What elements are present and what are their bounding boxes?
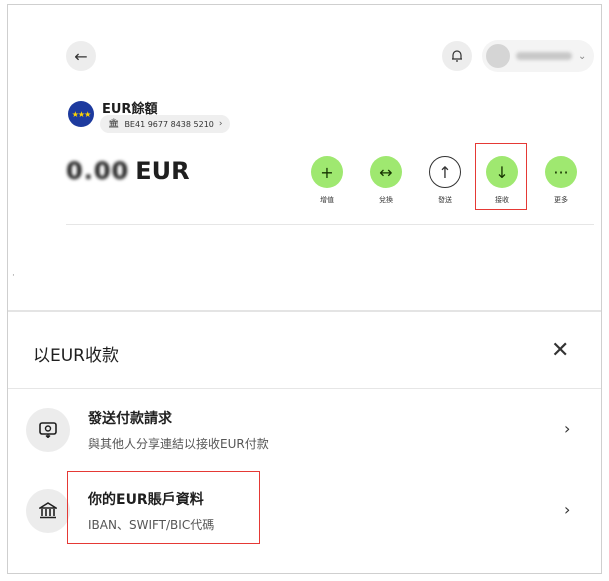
payment-request-option[interactable]: 發送付款請求 與其他人分享連結以接收EUR付款 › bbox=[8, 391, 601, 471]
plus-icon: + bbox=[311, 156, 343, 188]
convert-button[interactable]: ↔ 兌換 bbox=[361, 156, 411, 205]
account-panel: ← ⌄ ★★★ EUR餘額 🏛 BE41 9677 8438 5210 › 0.… bbox=[8, 5, 601, 310]
decorative-mark: · bbox=[12, 271, 15, 281]
close-icon[interactable]: ✕ bbox=[551, 340, 569, 362]
more-button[interactable]: ··· 更多 bbox=[536, 156, 586, 205]
action-label: 發送 bbox=[438, 196, 452, 204]
chevron-right-icon: › bbox=[218, 119, 223, 129]
receive-highlight-box bbox=[475, 143, 527, 210]
bank-icon bbox=[26, 489, 70, 533]
option-title: 發送付款請求 bbox=[88, 411, 172, 427]
notifications-button[interactable] bbox=[442, 41, 472, 71]
sheet-title: 以EUR收款 bbox=[33, 346, 119, 366]
option-subtitle: 與其他人分享連結以接收EUR付款 bbox=[88, 437, 269, 451]
arrow-left-icon: ← bbox=[74, 46, 88, 66]
amount-value: 0.00 bbox=[66, 157, 130, 185]
amount-currency: EUR bbox=[135, 157, 190, 185]
payment-request-icon bbox=[26, 408, 70, 452]
iban-number: BE41 9677 8438 5210 bbox=[124, 119, 214, 129]
more-icon: ··· bbox=[545, 156, 577, 188]
chevron-right-icon: › bbox=[564, 500, 571, 519]
app-window: ← ⌄ ★★★ EUR餘額 🏛 BE41 9677 8438 5210 › 0.… bbox=[7, 4, 602, 574]
bell-icon bbox=[452, 50, 462, 62]
swap-icon: ↔ bbox=[370, 156, 402, 188]
bank-icon: 🏛 bbox=[108, 119, 120, 129]
action-label: 兌換 bbox=[379, 196, 393, 204]
eu-flag-icon: ★★★ bbox=[68, 101, 94, 127]
profile-name-redacted bbox=[516, 52, 572, 60]
back-button[interactable]: ← bbox=[66, 41, 96, 71]
chevron-right-icon: › bbox=[564, 419, 571, 438]
balance-amount: 0.00 EUR bbox=[66, 157, 190, 185]
chevron-down-icon: ⌄ bbox=[578, 50, 587, 62]
avatar bbox=[486, 44, 510, 68]
divider bbox=[8, 388, 601, 389]
action-label: 更多 bbox=[554, 196, 568, 204]
iban-chip[interactable]: 🏛 BE41 9677 8438 5210 › bbox=[100, 115, 231, 133]
profile-menu[interactable]: ⌄ bbox=[482, 40, 594, 72]
account-details-highlight-box bbox=[67, 471, 260, 544]
action-label: 增值 bbox=[320, 196, 334, 204]
send-button[interactable]: ↑ 發送 bbox=[420, 156, 470, 205]
divider bbox=[66, 224, 594, 225]
add-money-button[interactable]: + 增值 bbox=[302, 156, 352, 205]
arrow-up-icon: ↑ bbox=[429, 156, 461, 188]
receive-sheet: 以EUR收款 ✕ 發送付款請求 與其他人分享連結以接收EUR付款 › 你的EUR… bbox=[8, 310, 601, 573]
